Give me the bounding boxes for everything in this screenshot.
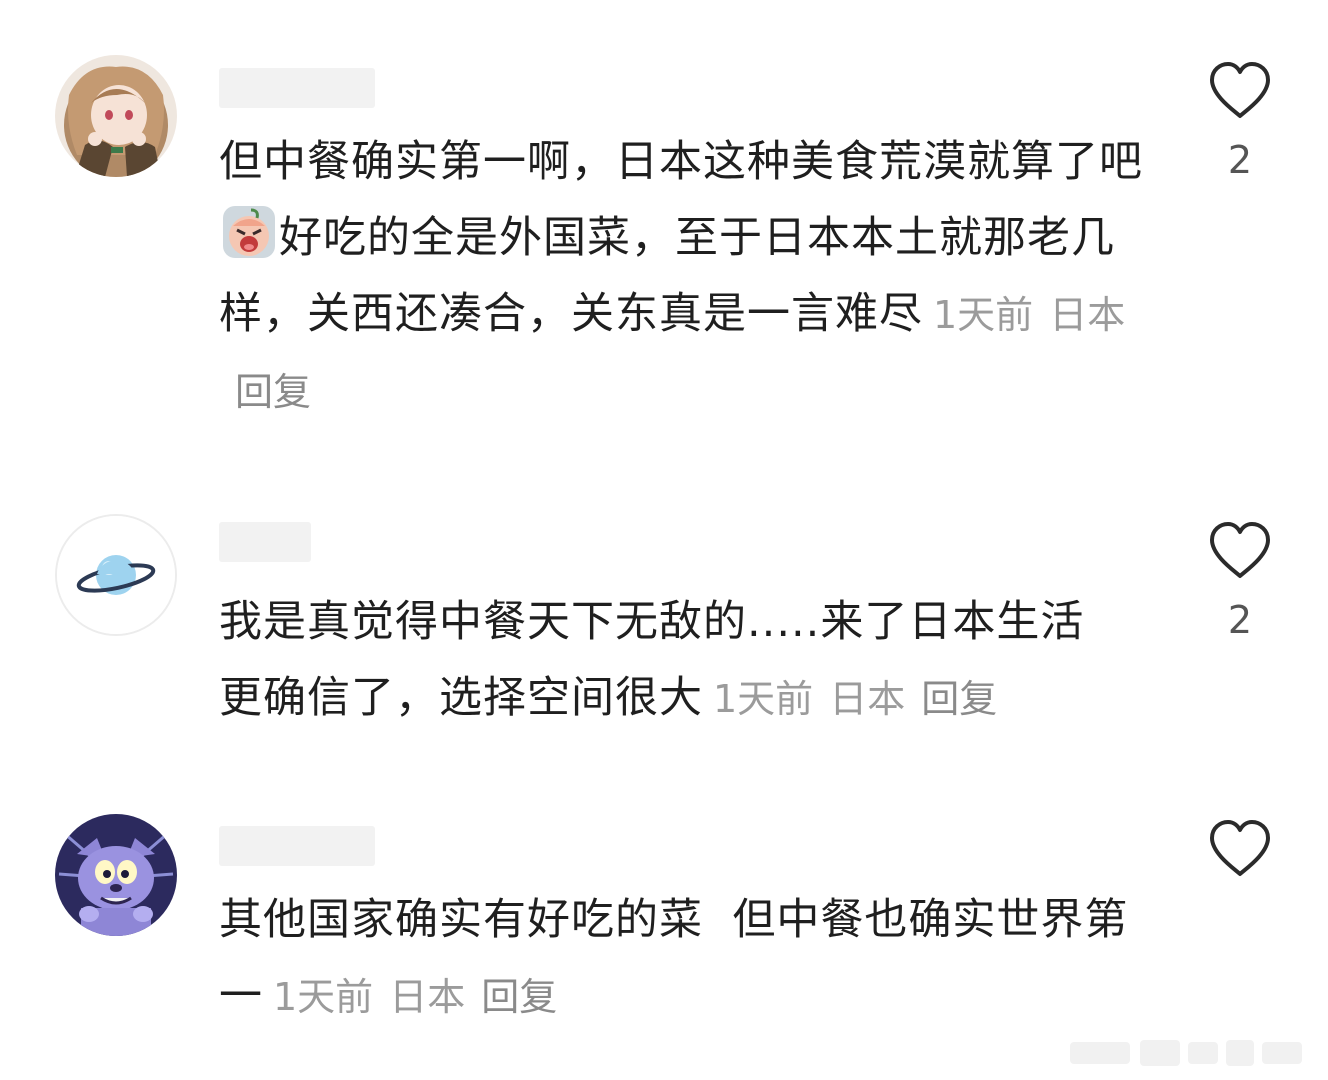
like-button[interactable] [1206,60,1274,126]
username-placeholder[interactable] [219,522,311,562]
username-placeholder[interactable] [219,68,375,108]
comment-meta: 1天前日本回复 [713,677,997,721]
comment-time: 1天前 [273,975,374,1019]
heart-outline-icon [1210,820,1270,876]
comment-time: 1天前 [713,677,814,721]
comment-text: 我是真觉得中餐天下无敌的.....来了日本生活更确信了，选择空间很大 1天前 日本回… [219,584,1119,737]
watermark-image [1070,1040,1302,1066]
anime-girl-avatar-image [55,55,177,177]
comment-time: 1天前 [933,293,1034,337]
username-placeholder[interactable] [219,826,375,866]
crying-face-emoji-icon [223,206,275,258]
comment-location: 日本 [829,677,906,721]
like-count: 2 [1227,598,1253,642]
heart-outline-icon [1210,62,1270,118]
reply-button[interactable]: 回复 [481,975,557,1019]
avatar[interactable] [55,514,177,636]
reply-button[interactable]: 回复 [235,370,311,414]
avatar[interactable] [55,814,177,936]
avatar[interactable] [55,55,177,177]
comment-text: 但中餐确实第一啊，日本这种美食荒漠就算了吧 好吃的全是外国菜，至于日本本土就那老… [219,124,1159,430]
like-button[interactable] [1206,818,1274,884]
comment-meta: 1天前日本回复 [273,975,557,1019]
reply-button[interactable]: 回复 [921,677,997,721]
comment-location: 日本 [389,975,466,1019]
comment-location: 日本 [1049,293,1126,337]
heart-outline-icon [1210,522,1270,578]
comment-text: 其他国家确实有好吃的菜 但中餐也确实世界第一 1天前 日本 回复 [219,882,1159,1035]
cartoon-cat-avatar-image [55,814,177,936]
planet-avatar-image [57,516,175,634]
comment-body-part-1: 但中餐确实第一啊，日本这种美食荒漠就算了吧 [219,137,1143,187]
like-count: 2 [1227,138,1253,182]
like-button[interactable] [1206,520,1274,586]
